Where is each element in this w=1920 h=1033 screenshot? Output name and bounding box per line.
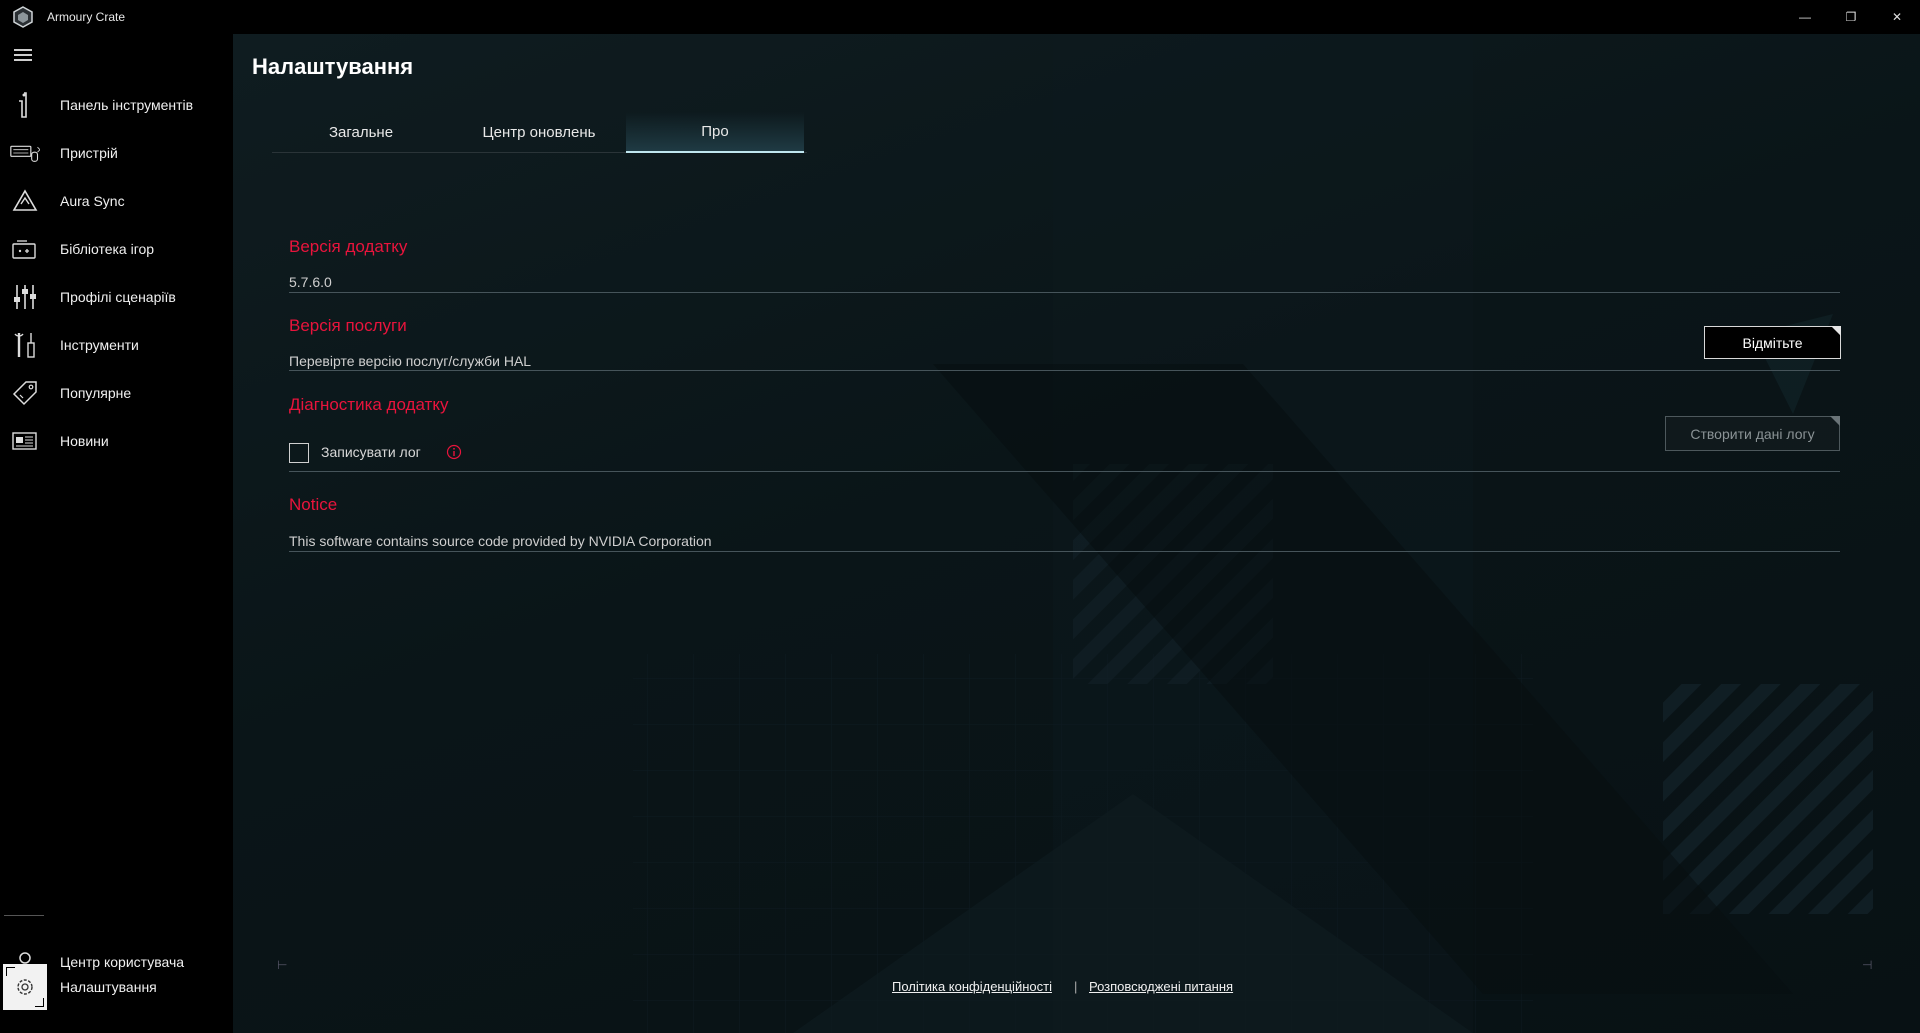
sidebar-item-label: Популярне: [60, 385, 132, 401]
service-version-value: Перевірте версію послуг/служби HAL: [289, 353, 532, 369]
footer-separator: |: [1074, 979, 1078, 994]
divider: [289, 292, 1840, 293]
scenario-profiles-icon: [10, 282, 40, 312]
divider: [289, 551, 1840, 552]
sidebar-item-game-library[interactable]: Бібліотека ігор: [0, 227, 233, 271]
sidebar-item-dashboard[interactable]: Панель інструментів: [0, 83, 233, 127]
info-icon[interactable]: [446, 444, 462, 460]
app-version-value: 5.7.6.0: [289, 274, 332, 290]
check-service-version-button[interactable]: Відмітьте: [1704, 326, 1841, 359]
keyboard-mouse-icon: [10, 138, 40, 168]
notice-title: Notice: [289, 495, 338, 514]
aura-sync-icon: [10, 186, 40, 216]
sidebar-item-label: Інструменти: [60, 337, 139, 353]
dashboard-icon: [10, 90, 40, 120]
tab-general[interactable]: Загальне: [272, 112, 450, 153]
service-version-title: Версія послуги: [289, 316, 407, 335]
sidebar-item-label: Профілі сценаріїв: [60, 289, 176, 305]
diagnostics-title: Діагностика додатку: [289, 395, 449, 414]
tag-icon: [10, 378, 40, 408]
app-version-title: Версія додатку: [289, 237, 408, 256]
sidebar-item-label: Панель інструментів: [60, 97, 194, 113]
record-log-label: Записувати лог: [321, 444, 421, 460]
sidebar-item-aura-sync[interactable]: Aura Sync: [0, 179, 233, 223]
privacy-policy-link[interactable]: Політика конфіденційності: [892, 979, 1052, 994]
sidebar-item-device[interactable]: Пристрій: [0, 131, 233, 175]
minimize-icon: —: [1799, 10, 1811, 24]
page-title: Налаштування: [252, 54, 414, 79]
faq-link[interactable]: Розповсюджені питання: [1089, 979, 1233, 994]
tools-icon: [10, 330, 40, 360]
close-icon: ✕: [1891, 10, 1903, 24]
sidebar-item-label: Бібліотека ігор: [60, 241, 155, 257]
gear-icon: [10, 972, 40, 1002]
divider: [289, 370, 1840, 371]
tab-update-center[interactable]: Центр оновлень: [450, 112, 628, 153]
record-log-checkbox[interactable]: [289, 443, 309, 463]
sidebar-item-news[interactable]: Новини: [0, 419, 233, 463]
create-log-data-button[interactable]: Створити дані логу: [1665, 416, 1840, 451]
sidebar-item-label: Пристрій: [60, 145, 118, 161]
corner-mark-left: ⊢: [277, 958, 288, 972]
game-library-icon: [10, 234, 40, 264]
notice-text: This software contains source code provi…: [289, 533, 712, 549]
restore-button[interactable]: ❐: [1828, 0, 1874, 34]
hamburger-menu-icon[interactable]: [14, 49, 32, 63]
sidebar-item-label: Aura Sync: [60, 193, 125, 209]
sidebar-item-label: Налаштування: [60, 979, 157, 995]
sidebar-item-tools[interactable]: Інструменти: [0, 323, 233, 367]
minimize-button[interactable]: —: [1782, 0, 1828, 34]
armoury-crate-logo-icon: [13, 6, 33, 28]
close-button[interactable]: ✕: [1874, 0, 1920, 34]
sidebar-item-scenario-profiles[interactable]: Профілі сценаріїв: [0, 275, 233, 319]
news-icon: [10, 426, 40, 456]
sidebar-item-label: Новини: [60, 433, 109, 449]
restore-icon: ❐: [1845, 10, 1857, 24]
settings-tabs: Загальне Центр оновлень Про: [272, 112, 807, 153]
corner-mark-right: ⊣: [1862, 958, 1873, 972]
divider: [289, 471, 1840, 472]
sidebar-divider: [4, 915, 44, 916]
window-title: Armoury Crate: [47, 10, 126, 24]
sidebar-item-popular[interactable]: Популярне: [0, 371, 233, 415]
tab-about[interactable]: Про: [626, 112, 804, 153]
sidebar: Панель інструментів Пристрій Aura Sync Б…: [0, 34, 233, 1033]
sidebar-item-settings[interactable]: Налаштування: [0, 965, 233, 1009]
title-bar: Armoury Crate — ❐ ✕: [0, 0, 1920, 34]
